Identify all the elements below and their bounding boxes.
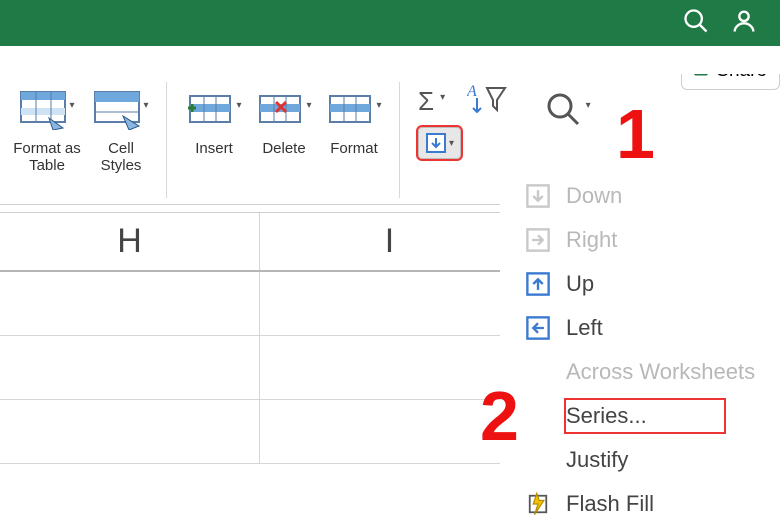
menu-item-left[interactable]: Left xyxy=(500,306,780,350)
menu-item-flash-fill[interactable]: Flash Fill xyxy=(500,482,780,526)
cell-styles-label: Cell Styles xyxy=(86,140,156,175)
format-as-table-button[interactable]: ▾ Format as Table xyxy=(8,82,86,198)
col-header-i[interactable]: I xyxy=(260,213,520,270)
menu-label: Justify xyxy=(566,447,628,473)
menu-label: Across Worksheets xyxy=(566,359,755,385)
down-icon xyxy=(522,183,554,209)
up-icon xyxy=(522,271,554,297)
flash-fill-icon xyxy=(522,491,554,517)
autosum-icon[interactable]: Σ xyxy=(418,86,434,117)
menu-label: Series... xyxy=(566,403,647,429)
callout-2: 2 xyxy=(480,376,519,456)
menu-item-across: Across Worksheets xyxy=(500,350,780,394)
chevron-down-icon: ▾ xyxy=(440,92,445,103)
chevron-down-icon: ▾ xyxy=(376,100,381,112)
user-icon[interactable] xyxy=(730,7,758,40)
styles-group: ▾ Format as Table ▾ Cell Styles xyxy=(8,82,167,198)
cells-group: ▾ Insert ▾ Delete ▾ xyxy=(179,82,400,198)
menu-item-justify[interactable]: Justify xyxy=(500,438,780,482)
format-label: Format xyxy=(330,140,378,157)
chevron-down-icon: ▾ xyxy=(143,100,148,112)
menu-label: Down xyxy=(566,183,622,209)
menu-label: Right xyxy=(566,227,617,253)
format-as-table-label: Format as Table xyxy=(8,140,86,175)
chevron-down-icon: ▾ xyxy=(586,100,591,112)
insert-button[interactable]: ▾ Insert xyxy=(179,82,249,198)
delete-label: Delete xyxy=(262,140,305,157)
chevron-down-icon: ▾ xyxy=(236,100,241,112)
format-button[interactable]: ▾ Format xyxy=(319,82,389,198)
svg-text:A: A xyxy=(467,83,477,100)
menu-item-right: Right xyxy=(500,218,780,262)
chevron-down-icon: ▾ xyxy=(449,138,454,149)
search-icon[interactable] xyxy=(682,7,710,40)
menu-label: Up xyxy=(566,271,594,297)
menu-item-down: Down xyxy=(500,174,780,218)
right-icon xyxy=(522,227,554,253)
menu-item-series[interactable]: Series... xyxy=(500,394,780,438)
sort-filter-icon[interactable]: A xyxy=(467,82,507,121)
callout-1: 1 xyxy=(616,94,655,174)
chevron-down-icon: ▾ xyxy=(69,100,74,112)
menu-label: Left xyxy=(566,315,603,341)
col-header-h[interactable]: H xyxy=(0,213,260,270)
delete-button[interactable]: ▾ Delete xyxy=(249,82,319,198)
menu-label: Flash Fill xyxy=(566,491,654,517)
left-icon xyxy=(522,315,554,341)
chevron-down-icon: ▾ xyxy=(306,100,311,112)
insert-label: Insert xyxy=(195,140,233,157)
title-bar xyxy=(0,0,780,46)
fill-button[interactable]: ▾ xyxy=(418,127,461,159)
cell-styles-button[interactable]: ▾ Cell Styles xyxy=(86,82,156,198)
fill-menu: Down Right Up Left Across Worksheets Ser… xyxy=(500,174,780,526)
menu-item-up[interactable]: Up xyxy=(500,262,780,306)
